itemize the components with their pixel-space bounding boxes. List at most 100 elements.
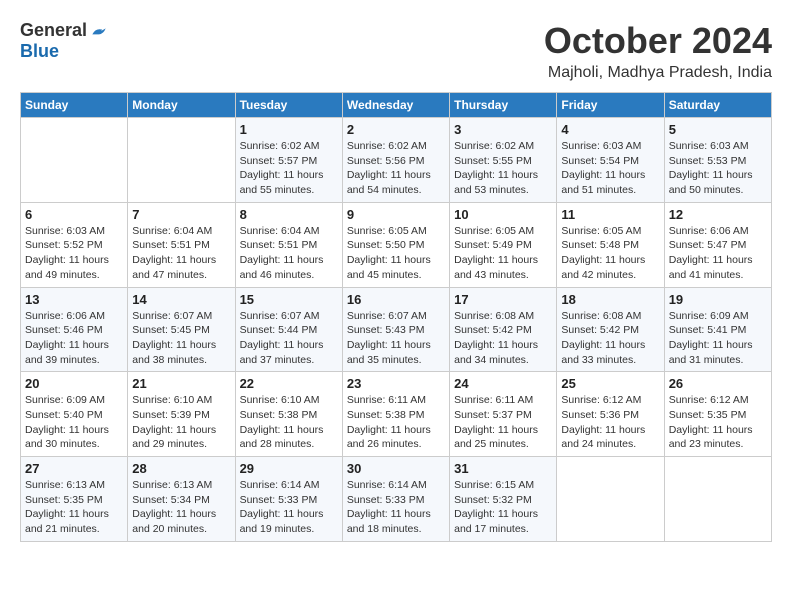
calendar-week-row: 6Sunrise: 6:03 AMSunset: 5:52 PMDaylight…	[21, 202, 772, 287]
calendar-cell: 27 Sunrise: 6:13 AMSunset: 5:35 PMDayligh…	[21, 457, 128, 542]
day-number: 3	[454, 122, 552, 137]
day-number: 1	[240, 122, 338, 137]
calendar-cell: 11 Sunrise: 6:05 AMSunset: 5:48 PMDayligh…	[557, 202, 664, 287]
calendar-cell: 24Sunrise: 6:11 AMSunset: 5:37 PMDayligh…	[450, 372, 557, 457]
calendar-cell: 4 Sunrise: 6:03 AMSunset: 5:54 PMDaylight…	[557, 118, 664, 203]
calendar-cell: 12 Sunrise: 6:06 AMSunset: 5:47 PMDayligh…	[664, 202, 771, 287]
day-number: 7	[132, 207, 230, 222]
day-number: 2	[347, 122, 445, 137]
day-info: Sunrise: 6:02 AMSunset: 5:57 PMDaylight:…	[240, 139, 338, 198]
day-info: Sunrise: 6:09 AMSunset: 5:40 PMDaylight:…	[25, 393, 123, 452]
day-number: 17	[454, 292, 552, 307]
calendar-cell	[664, 457, 771, 542]
day-number: 19	[669, 292, 767, 307]
day-info: Sunrise: 6:05 AMSunset: 5:48 PMDaylight:…	[561, 224, 659, 283]
day-info: Sunrise: 6:15 AMSunset: 5:32 PMDaylight:…	[454, 478, 552, 537]
calendar-cell	[128, 118, 235, 203]
calendar-cell: 20 Sunrise: 6:09 AMSunset: 5:40 PMDayligh…	[21, 372, 128, 457]
calendar-header-row: SundayMondayTuesdayWednesdayThursdayFrid…	[21, 93, 772, 118]
day-number: 16	[347, 292, 445, 307]
day-number: 9	[347, 207, 445, 222]
month-title: October 2024	[544, 20, 772, 62]
calendar-cell: 16 Sunrise: 6:07 AMSunset: 5:43 PMDayligh…	[342, 287, 449, 372]
calendar-cell: 13Sunrise: 6:06 AMSunset: 5:46 PMDayligh…	[21, 287, 128, 372]
calendar-cell: 1 Sunrise: 6:02 AMSunset: 5:57 PMDaylight…	[235, 118, 342, 203]
day-info: Sunrise: 6:04 AMSunset: 5:51 PMDaylight:…	[132, 224, 230, 283]
day-info: Sunrise: 6:04 AMSunset: 5:51 PMDaylight:…	[240, 224, 338, 283]
calendar-cell	[557, 457, 664, 542]
calendar-cell: 10 Sunrise: 6:05 AMSunset: 5:49 PMDayligh…	[450, 202, 557, 287]
calendar-cell: 6Sunrise: 6:03 AMSunset: 5:52 PMDaylight…	[21, 202, 128, 287]
page-header: General Blue October 2024 Majholi, Madhy…	[20, 20, 772, 82]
calendar-week-row: 13Sunrise: 6:06 AMSunset: 5:46 PMDayligh…	[21, 287, 772, 372]
calendar-cell: 9 Sunrise: 6:05 AMSunset: 5:50 PMDaylight…	[342, 202, 449, 287]
day-number: 27	[25, 461, 123, 476]
day-info: Sunrise: 6:07 AMSunset: 5:45 PMDaylight:…	[132, 309, 230, 368]
calendar-cell: 25Sunrise: 6:12 AMSunset: 5:36 PMDayligh…	[557, 372, 664, 457]
day-number: 4	[561, 122, 659, 137]
logo-general: General	[20, 20, 87, 41]
day-info: Sunrise: 6:03 AMSunset: 5:52 PMDaylight:…	[25, 224, 123, 283]
calendar-cell: 30Sunrise: 6:14 AMSunset: 5:33 PMDayligh…	[342, 457, 449, 542]
day-info: Sunrise: 6:05 AMSunset: 5:50 PMDaylight:…	[347, 224, 445, 283]
calendar-cell: 23Sunrise: 6:11 AMSunset: 5:38 PMDayligh…	[342, 372, 449, 457]
calendar-cell: 5 Sunrise: 6:03 AMSunset: 5:53 PMDaylight…	[664, 118, 771, 203]
day-number: 20	[25, 376, 123, 391]
day-info: Sunrise: 6:05 AMSunset: 5:49 PMDaylight:…	[454, 224, 552, 283]
calendar-cell: 22Sunrise: 6:10 AMSunset: 5:38 PMDayligh…	[235, 372, 342, 457]
day-info: Sunrise: 6:11 AMSunset: 5:38 PMDaylight:…	[347, 393, 445, 452]
weekday-header: Thursday	[450, 93, 557, 118]
weekday-header: Sunday	[21, 93, 128, 118]
day-info: Sunrise: 6:13 AMSunset: 5:35 PMDaylight:…	[25, 478, 123, 537]
calendar-cell	[21, 118, 128, 203]
calendar-cell: 19 Sunrise: 6:09 AMSunset: 5:41 PMDayligh…	[664, 287, 771, 372]
day-number: 24	[454, 376, 552, 391]
calendar-cell: 31Sunrise: 6:15 AMSunset: 5:32 PMDayligh…	[450, 457, 557, 542]
title-block: October 2024 Majholi, Madhya Pradesh, In…	[544, 20, 772, 82]
day-info: Sunrise: 6:06 AMSunset: 5:46 PMDaylight:…	[25, 309, 123, 368]
day-info: Sunrise: 6:09 AMSunset: 5:41 PMDaylight:…	[669, 309, 767, 368]
day-info: Sunrise: 6:03 AMSunset: 5:53 PMDaylight:…	[669, 139, 767, 198]
calendar-cell: 8 Sunrise: 6:04 AMSunset: 5:51 PMDaylight…	[235, 202, 342, 287]
day-info: Sunrise: 6:10 AMSunset: 5:39 PMDaylight:…	[132, 393, 230, 452]
location-title: Majholi, Madhya Pradesh, India	[544, 64, 772, 82]
day-number: 8	[240, 207, 338, 222]
calendar-week-row: 1 Sunrise: 6:02 AMSunset: 5:57 PMDaylight…	[21, 118, 772, 203]
day-number: 28	[132, 461, 230, 476]
weekday-header: Wednesday	[342, 93, 449, 118]
logo: General Blue	[20, 20, 109, 62]
day-info: Sunrise: 6:10 AMSunset: 5:38 PMDaylight:…	[240, 393, 338, 452]
calendar-week-row: 27 Sunrise: 6:13 AMSunset: 5:35 PMDayligh…	[21, 457, 772, 542]
weekday-header: Saturday	[664, 93, 771, 118]
day-info: Sunrise: 6:08 AMSunset: 5:42 PMDaylight:…	[561, 309, 659, 368]
calendar-cell: 18 Sunrise: 6:08 AMSunset: 5:42 PMDayligh…	[557, 287, 664, 372]
calendar-cell: 15Sunrise: 6:07 AMSunset: 5:44 PMDayligh…	[235, 287, 342, 372]
day-number: 26	[669, 376, 767, 391]
calendar-cell: 14Sunrise: 6:07 AMSunset: 5:45 PMDayligh…	[128, 287, 235, 372]
calendar-cell: 17Sunrise: 6:08 AMSunset: 5:42 PMDayligh…	[450, 287, 557, 372]
day-number: 10	[454, 207, 552, 222]
day-info: Sunrise: 6:14 AMSunset: 5:33 PMDaylight:…	[240, 478, 338, 537]
logo-bird-icon	[89, 21, 109, 41]
calendar-cell: 28Sunrise: 6:13 AMSunset: 5:34 PMDayligh…	[128, 457, 235, 542]
day-info: Sunrise: 6:12 AMSunset: 5:35 PMDaylight:…	[669, 393, 767, 452]
day-info: Sunrise: 6:03 AMSunset: 5:54 PMDaylight:…	[561, 139, 659, 198]
day-number: 11	[561, 207, 659, 222]
day-number: 18	[561, 292, 659, 307]
calendar-week-row: 20 Sunrise: 6:09 AMSunset: 5:40 PMDayligh…	[21, 372, 772, 457]
day-info: Sunrise: 6:07 AMSunset: 5:44 PMDaylight:…	[240, 309, 338, 368]
day-number: 12	[669, 207, 767, 222]
day-number: 5	[669, 122, 767, 137]
day-info: Sunrise: 6:02 AMSunset: 5:55 PMDaylight:…	[454, 139, 552, 198]
calendar-cell: 29Sunrise: 6:14 AMSunset: 5:33 PMDayligh…	[235, 457, 342, 542]
calendar-cell: 3 Sunrise: 6:02 AMSunset: 5:55 PMDaylight…	[450, 118, 557, 203]
day-info: Sunrise: 6:06 AMSunset: 5:47 PMDaylight:…	[669, 224, 767, 283]
calendar-cell: 7 Sunrise: 6:04 AMSunset: 5:51 PMDaylight…	[128, 202, 235, 287]
calendar-table: SundayMondayTuesdayWednesdayThursdayFrid…	[20, 92, 772, 542]
day-info: Sunrise: 6:14 AMSunset: 5:33 PMDaylight:…	[347, 478, 445, 537]
weekday-header: Tuesday	[235, 93, 342, 118]
weekday-header: Monday	[128, 93, 235, 118]
logo-blue: Blue	[20, 41, 59, 62]
day-info: Sunrise: 6:12 AMSunset: 5:36 PMDaylight:…	[561, 393, 659, 452]
day-info: Sunrise: 6:07 AMSunset: 5:43 PMDaylight:…	[347, 309, 445, 368]
